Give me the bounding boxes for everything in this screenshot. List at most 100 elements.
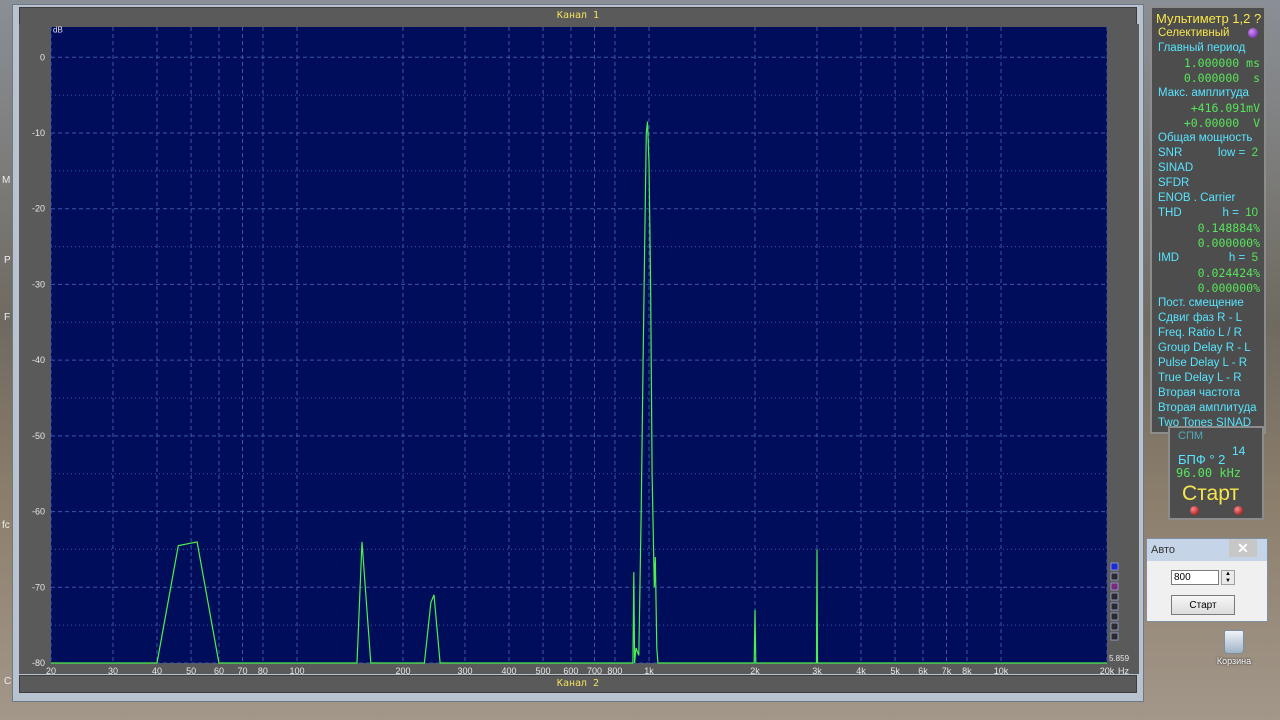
side-value-label: 5.859 [1109,654,1130,663]
fft-size-label[interactable]: БПФ ° 2 [1178,452,1225,467]
x-tick-label: 60 [214,666,224,674]
phase-row[interactable]: Сдвиг фаз R - L [1152,311,1264,326]
second-amp-label: Вторая амплитуда [1158,402,1257,414]
side-swatch-icon [1110,592,1119,601]
start-button[interactable]: Старт [1182,482,1239,506]
total-power-label: Общая мощность [1158,132,1253,144]
thd-row[interactable]: THD h = 10 [1152,206,1264,221]
x-tick-label: 800 [607,666,622,674]
x-tick-label: 400 [501,666,516,674]
period-unit1: ms [1246,56,1260,70]
spm-label[interactable]: СПМ [1178,430,1203,442]
y-tick-label: -60 [32,507,45,517]
sfdr-row[interactable]: SFDR [1152,176,1264,191]
imd-h-label: h = [1228,252,1246,264]
multimeter-panel: Мультиметр 1,2 ? Селективный Главный пер… [1150,6,1266,434]
close-icon[interactable]: ✕ [1229,539,1257,557]
enob-row[interactable]: ENOB . Carrier [1152,191,1264,206]
true-delay-row[interactable]: True Delay L - R [1152,371,1264,386]
imd-label: IMD [1158,252,1180,264]
max-amp-row[interactable]: Макс. амплитуда [1152,86,1264,101]
x-tick-label: 20k [1100,666,1115,674]
percent-sign: % [1253,236,1260,250]
x-tick-label: 500 [536,666,551,674]
auto-value-input[interactable]: 800 [1171,570,1219,585]
side-swatch-icon [1110,572,1119,581]
y-tick-label: -10 [32,128,45,138]
multimeter-title[interactable]: Мультиметр 1,2 ? [1152,8,1264,26]
thd-h-label: h = [1222,207,1239,219]
dc-offset-row[interactable]: Пост. смещение [1152,296,1264,311]
auto-dialog: Авто ✕ 800 ▲ ▼ Старт [1146,538,1268,622]
x-axis-label: Hz [1118,666,1129,674]
x-tick-label: 20 [46,666,56,674]
auto-dialog-title: Авто [1151,544,1175,556]
auto-dialog-titlebar[interactable]: Авто ✕ [1147,539,1267,561]
y-tick-label: -50 [32,431,45,441]
pulse-delay-row[interactable]: Pulse Delay L - R [1152,356,1264,371]
mode-selector[interactable]: Селективный [1152,26,1264,41]
y-axis-label: dB [53,26,63,35]
x-tick-label: 5k [890,666,900,674]
side-swatch-icon [1110,582,1119,591]
snr-low: low = 2 [1218,146,1258,161]
percent-sign: % [1253,281,1260,295]
thd-h-value: 10 [1245,207,1258,219]
max-amp-label: Макс. амплитуда [1158,87,1249,99]
thd-label: THD [1158,207,1182,219]
y-tick-label: -30 [32,279,45,289]
period-value-2: 0.000000 s [1152,71,1264,86]
group-delay-row[interactable]: Group Delay R - L [1152,341,1264,356]
imd-row[interactable]: IMD h = 5 [1152,251,1264,266]
second-amp-row[interactable]: Вторая амплитуда [1152,401,1264,416]
desktop-edge-text: M [2,175,11,186]
amp-value-1: +416.091mV [1152,101,1264,116]
total-power-row[interactable]: Общая мощность [1152,131,1264,146]
x-tick-label: 8k [962,666,972,674]
imd-val1: 0.024424 [1197,266,1254,280]
snr-row[interactable]: SNR low = 2 [1152,146,1264,161]
fft-exponent[interactable]: 14 [1232,444,1245,458]
x-tick-label: 6k [918,666,928,674]
imd-value-2: 0.000000% [1152,281,1264,296]
true-delay-label: True Delay L - R [1158,372,1242,384]
mode-indicator-icon[interactable] [1248,28,1258,38]
thd-val1: 0.148884 [1197,221,1254,235]
auto-start-button[interactable]: Старт [1171,595,1235,615]
left-led-icon [1190,506,1199,515]
freq-ratio-row[interactable]: Freq. Ratio L / R [1152,326,1264,341]
channel1-label: Канал 1 [556,10,600,21]
percent-sign: % [1253,221,1260,235]
sinad-row[interactable]: SINAD [1152,161,1264,176]
auto-value-stepper[interactable]: ▲ ▼ [1221,570,1235,585]
snr-label: SNR [1158,147,1183,159]
main-period-row[interactable]: Главный период [1152,41,1264,56]
amp-value-2: +0.00000 V [1152,116,1264,131]
side-swatch-icon [1110,632,1119,641]
x-tick-label: 80 [258,666,268,674]
x-tick-label: 40 [152,666,162,674]
second-freq-row[interactable]: Вторая частота [1152,386,1264,401]
x-tick-label: 1k [644,666,654,674]
channel2-bar[interactable]: Канал 2 [19,675,1137,693]
main-period-label: Главный период [1158,42,1246,54]
imd-val2: 0.000000 [1197,281,1254,295]
desktop-edge-text: F [4,312,11,323]
side-swatch-icon [1110,612,1119,621]
desktop-edge-text: P [4,255,11,266]
recycle-bin[interactable]: Корзина [1214,630,1254,666]
x-tick-label: 200 [395,666,410,674]
x-tick-label: 70 [238,666,248,674]
side-swatch-icon [1110,602,1119,611]
group-delay-label: Group Delay R - L [1158,342,1251,354]
channel1-bar[interactable]: Канал 1 [19,7,1137,25]
sample-rate[interactable]: 96.00 kHz [1176,466,1241,480]
x-tick-label: 10k [994,666,1009,674]
spectrum-plot[interactable]: 0 -10 -20 -30 -40 -50 -60 -70 -8020 30 40 50 60 70 80 1… [19,24,1139,674]
desktop-edge-text: fc [2,520,10,531]
sinad-label: SINAD [1158,162,1194,174]
thd-value-1: 0.148884% [1152,221,1264,236]
thd-value-2: 0.000000% [1152,236,1264,251]
fft-control-panel: СПМ 14 БПФ ° 2 96.00 kHz Старт [1168,426,1264,520]
x-tick-label: 700 [587,666,602,674]
